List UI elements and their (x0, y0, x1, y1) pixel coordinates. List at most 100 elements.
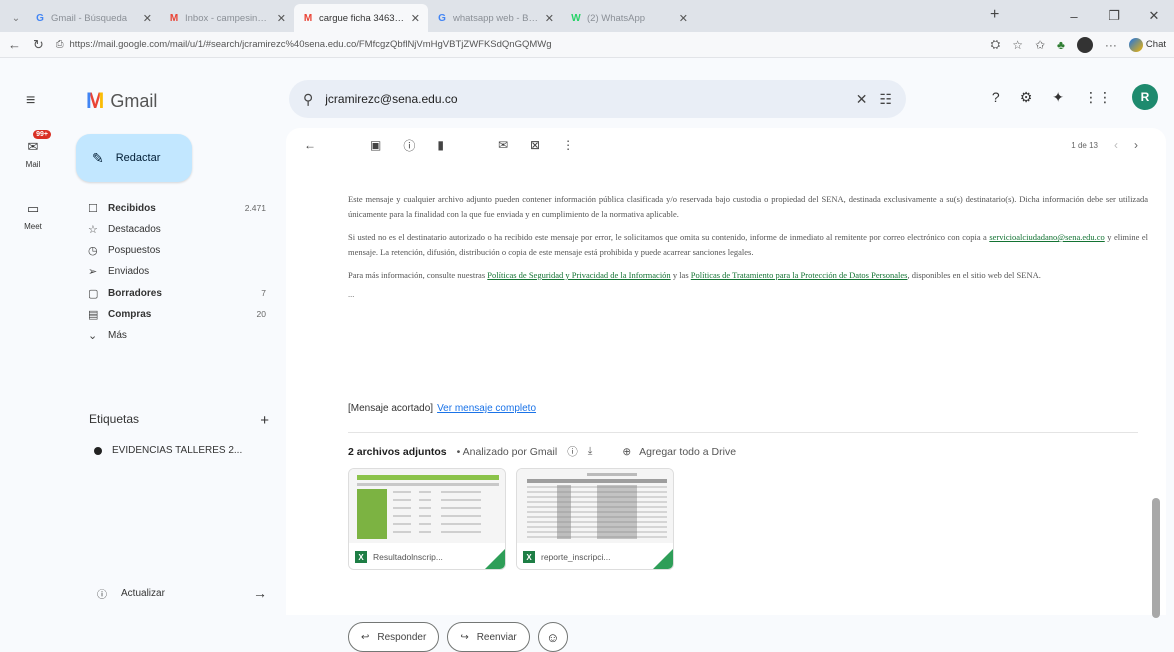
browser-tab[interactable]: M Inbox - campesinapanaderia ✕ (160, 4, 294, 32)
nav-item-pospuestos[interactable]: ◷ Pospuestos (76, 241, 276, 261)
pencil-icon: ✎ (92, 149, 104, 166)
info-icon: ⓘ (97, 589, 107, 601)
nav-item-mas[interactable]: ⌄ Más (76, 326, 276, 346)
bag-icon: ▤ (88, 308, 99, 321)
tab-search-chevron-icon[interactable]: ⌄ (6, 4, 26, 32)
forward-button[interactable]: ↪ Reenviar (447, 622, 530, 652)
favorites-icon[interactable]: ✩ (1035, 38, 1045, 52)
close-window-icon[interactable]: ✕ (1134, 8, 1174, 24)
new-tab-icon[interactable]: + (990, 6, 999, 24)
info-icon[interactable]: ⓘ (567, 444, 578, 459)
browser-tab[interactable]: G whatsapp web - Búsqueda ✕ (428, 4, 562, 32)
add-label-icon[interactable]: + (260, 412, 269, 429)
browser-tab[interactable]: W (2) WhatsApp ✕ (562, 4, 696, 32)
close-tab-icon[interactable]: ✕ (411, 12, 420, 25)
close-tab-icon[interactable]: ✕ (679, 12, 688, 25)
nav-count: 20 (256, 309, 266, 320)
maximize-icon[interactable]: ❐ (1094, 8, 1134, 24)
clock-icon: ◷ (88, 245, 98, 258)
archive-icon[interactable]: ▣ (370, 138, 381, 152)
nav-item-destacados[interactable]: ☆ Destacados (76, 219, 276, 239)
body-text: , disponibles en el sitio web del SENA. (907, 270, 1041, 280)
emoji-reaction-button[interactable]: ☺ (537, 622, 568, 652)
nav-label: Borradores (108, 287, 162, 299)
body-paragraph: Para más información, consulte nuestras … (348, 268, 1148, 283)
tab-title: cargue ficha 3463050 - rafeb (319, 12, 406, 24)
gemini-icon[interactable]: ✦ (1052, 89, 1064, 106)
profile-icon[interactable] (1076, 36, 1093, 53)
close-tab-icon[interactable]: ✕ (143, 12, 152, 25)
more-actions-icon[interactable]: ⋮ (562, 138, 574, 152)
tab-title: (2) WhatsApp (587, 12, 646, 24)
compose-button[interactable]: ✎ Redactar (76, 134, 192, 182)
main-menu-icon[interactable]: ≡ (26, 92, 35, 110)
minimize-icon[interactable]: – (1054, 9, 1094, 24)
attachment-card[interactable]: X Resultadolnscrip... (348, 468, 506, 570)
more-menu-icon[interactable]: ··· (1105, 38, 1117, 52)
browser-tab-active[interactable]: M cargue ficha 3463050 - rafeb ✕ (294, 4, 428, 32)
attachment-card[interactable]: X reporte_inscripci... (516, 468, 674, 570)
reload-icon[interactable]: ↻ (33, 37, 44, 53)
scrollbar-thumb[interactable] (1152, 498, 1160, 618)
arrow-right-icon[interactable]: → (253, 585, 267, 601)
reply-button[interactable]: ↩ Responder (348, 622, 440, 652)
rail-meet[interactable]: ▭ Meet (10, 198, 56, 231)
nav-item-enviados[interactable]: ➢ Enviados (76, 262, 276, 282)
mark-unread-icon[interactable]: ✉ (498, 138, 508, 152)
search-options-icon[interactable]: ☷ (879, 91, 892, 108)
nav-item-recibidos[interactable]: ☐ Recibidos 2.471 (76, 198, 276, 218)
view-full-message-link[interactable]: Ver mensaje completo (437, 403, 536, 414)
copilot-icon (1128, 37, 1143, 52)
browser-tab[interactable]: G Gmail - Búsqueda ✕ (26, 4, 160, 32)
account-avatar[interactable]: R (1132, 84, 1158, 110)
help-icon[interactable]: ? (992, 89, 1000, 105)
attachment-name: Resultadolnscrip... (373, 552, 443, 562)
back-icon[interactable]: ← (8, 37, 21, 52)
nav-item-borradores[interactable]: ▢ Borradores 7 (76, 283, 276, 303)
folder-list: ☐ Recibidos 2.471 ☆ Destacados ◷ Pospues… (76, 198, 276, 347)
search-icon[interactable]: ⚲ (303, 91, 313, 108)
add-to-drive-button[interactable]: ⊕ Agregar todo a Drive (622, 446, 736, 458)
next-page-icon[interactable]: › (1134, 138, 1138, 152)
attachments-header: 2 archivos adjuntos • Analizado por Gmai… (348, 444, 736, 459)
page-info-icon[interactable]: ⎙ (56, 39, 64, 50)
prev-page-icon[interactable]: ‹ (1114, 138, 1118, 152)
url-text: https://mail.google.com/mail/u/1/#search… (69, 39, 552, 50)
labels-title: Etiquetas (89, 412, 140, 426)
report-spam-icon[interactable]: ⓘ (403, 137, 415, 154)
message-pane: ← ▣ ⓘ ▮ ✉ ⊠ ⋮ 1 de 13 ‹ › Este mensaje y… (286, 128, 1166, 652)
back-to-list-icon[interactable]: ← (304, 138, 316, 152)
forward-icon: ↪ (460, 631, 469, 643)
trimmed-content-ellipsis[interactable]: ... (348, 287, 1148, 302)
snooze-icon[interactable]: ⊠ (530, 138, 540, 152)
close-tab-icon[interactable]: ✕ (545, 12, 554, 25)
excel-file-icon: X (523, 551, 535, 563)
scanned-text: • Analizado por Gmail (456, 445, 558, 458)
label-item[interactable]: EVIDENCIAS TALLERES 2... (94, 445, 242, 456)
close-tab-icon[interactable]: ✕ (277, 12, 286, 25)
download-all-icon[interactable]: ⤓ (588, 445, 593, 458)
nav-item-compras[interactable]: ▤ Compras 20 (76, 304, 276, 324)
search-input[interactable] (325, 92, 844, 106)
clear-search-icon[interactable]: ✕ (856, 91, 868, 108)
chat-button[interactable]: Chat (1128, 37, 1166, 52)
tab-title: whatsapp web - Búsqueda (453, 12, 540, 24)
update-label: Actualizar (121, 587, 165, 599)
update-banner[interactable]: ⓘ Actualizar → (97, 585, 267, 601)
extension-icon[interactable]: ♣ (1057, 38, 1065, 52)
url-field[interactable]: ⎙ https://mail.google.com/mail/u/1/#sear… (56, 35, 979, 55)
security-policy-link[interactable]: Políticas de Seguridad y Privacidad de l… (487, 270, 670, 280)
translate-icon[interactable]: ⛭ (991, 37, 1001, 52)
address-bar-row: ← ↻ ⎙ https://mail.google.com/mail/u/1/#… (0, 32, 1174, 58)
settings-icon[interactable]: ⚙ (1020, 89, 1033, 106)
delete-icon[interactable]: ▮ (437, 138, 444, 152)
email-link[interactable]: servicioalciudadano@sena.edu.co (989, 232, 1104, 242)
bookmark-star-icon[interactable]: ☆ (1012, 38, 1023, 52)
rail-mail[interactable]: ✉ 99+ Mail (10, 130, 56, 169)
data-policy-link[interactable]: Políticas de Tratamiento para la Protecc… (691, 270, 908, 280)
excel-file-icon: X (355, 551, 367, 563)
gmail-logo[interactable]: M Gmail (86, 88, 157, 114)
divider (348, 432, 1138, 433)
search-bar: ⚲ ✕ ☷ (289, 80, 906, 118)
apps-grid-icon[interactable]: ⋮⋮ (1084, 89, 1112, 106)
